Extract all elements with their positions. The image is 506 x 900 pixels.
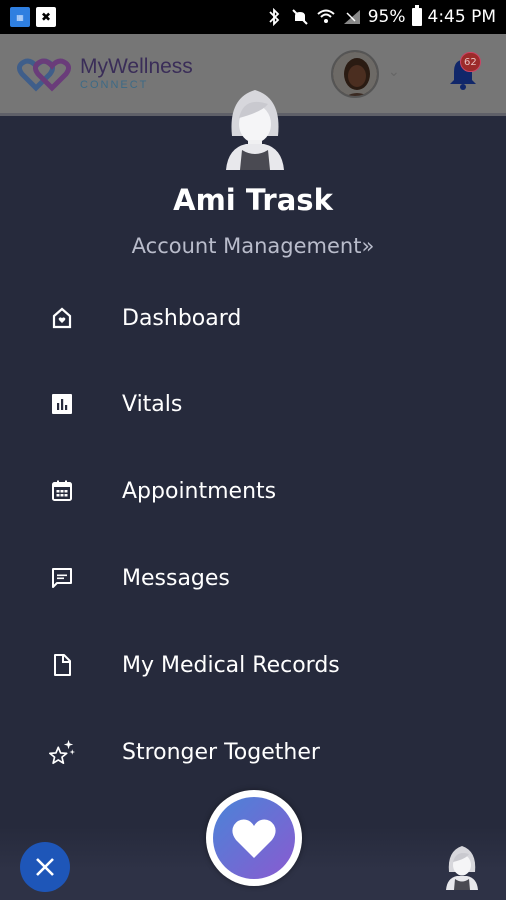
nav-item-appointments[interactable]: Appointments	[0, 463, 506, 519]
logo-main-text: MyWellness	[80, 55, 193, 78]
logo-sub-text: CONNECT	[80, 79, 149, 91]
header-avatar[interactable]	[331, 50, 379, 98]
document-icon	[48, 651, 76, 679]
nav-item-dashboard[interactable]: Dashboard	[0, 290, 506, 346]
calendar-icon	[48, 477, 76, 505]
bluetooth-icon	[264, 7, 284, 27]
notification-badge: 62	[460, 52, 481, 72]
nav-item-messages[interactable]: Messages	[0, 550, 506, 606]
stars-icon	[48, 738, 76, 766]
signal-icon	[342, 7, 362, 27]
nav-label-stronger-together: Stronger Together	[122, 739, 320, 765]
logo-hearts-icon	[16, 58, 72, 92]
nav-label-messages: Messages	[122, 565, 230, 591]
battery-icon	[411, 5, 422, 26]
nav-item-vitals[interactable]: Vitals	[0, 376, 506, 432]
wifi-icon	[316, 7, 336, 27]
logo: MyWellness CONNECT	[80, 56, 193, 91]
close-drawer-button[interactable]	[20, 842, 70, 892]
notification-icon: ✖	[36, 7, 56, 27]
nav-label-appointments: Appointments	[122, 478, 277, 504]
navigation-drawer: Ami Trask Account Management» Dashboard …	[0, 90, 506, 900]
close-icon	[36, 858, 54, 876]
profile-name: Ami Trask	[173, 183, 333, 217]
heart-icon	[232, 819, 276, 858]
app-notification-icon: ▦	[10, 7, 30, 27]
account-management-link[interactable]: Account Management»	[0, 234, 506, 258]
nav-label-vitals: Vitals	[122, 391, 183, 417]
battery-percent: 95%	[367, 7, 406, 27]
nav-label-dashboard: Dashboard	[122, 305, 242, 331]
message-icon	[48, 564, 76, 592]
clock: 4:45 PM	[427, 7, 497, 27]
mute-icon	[290, 7, 310, 27]
nav-item-medical-records[interactable]: My Medical Records	[0, 637, 506, 693]
profile-avatar-icon[interactable]	[222, 78, 288, 170]
status-bar: ▦ ✖ 95% 4:45 PM	[0, 0, 506, 34]
nav-item-stronger-together[interactable]: Stronger Together	[0, 724, 506, 780]
home-icon	[48, 304, 76, 332]
profile-avatar-icon[interactable]	[444, 840, 480, 890]
chevron-down-icon[interactable]: ⌄	[388, 64, 400, 80]
chart-icon	[48, 390, 76, 418]
heart-action-button[interactable]	[206, 790, 302, 886]
nav-label-medical-records: My Medical Records	[122, 652, 340, 678]
